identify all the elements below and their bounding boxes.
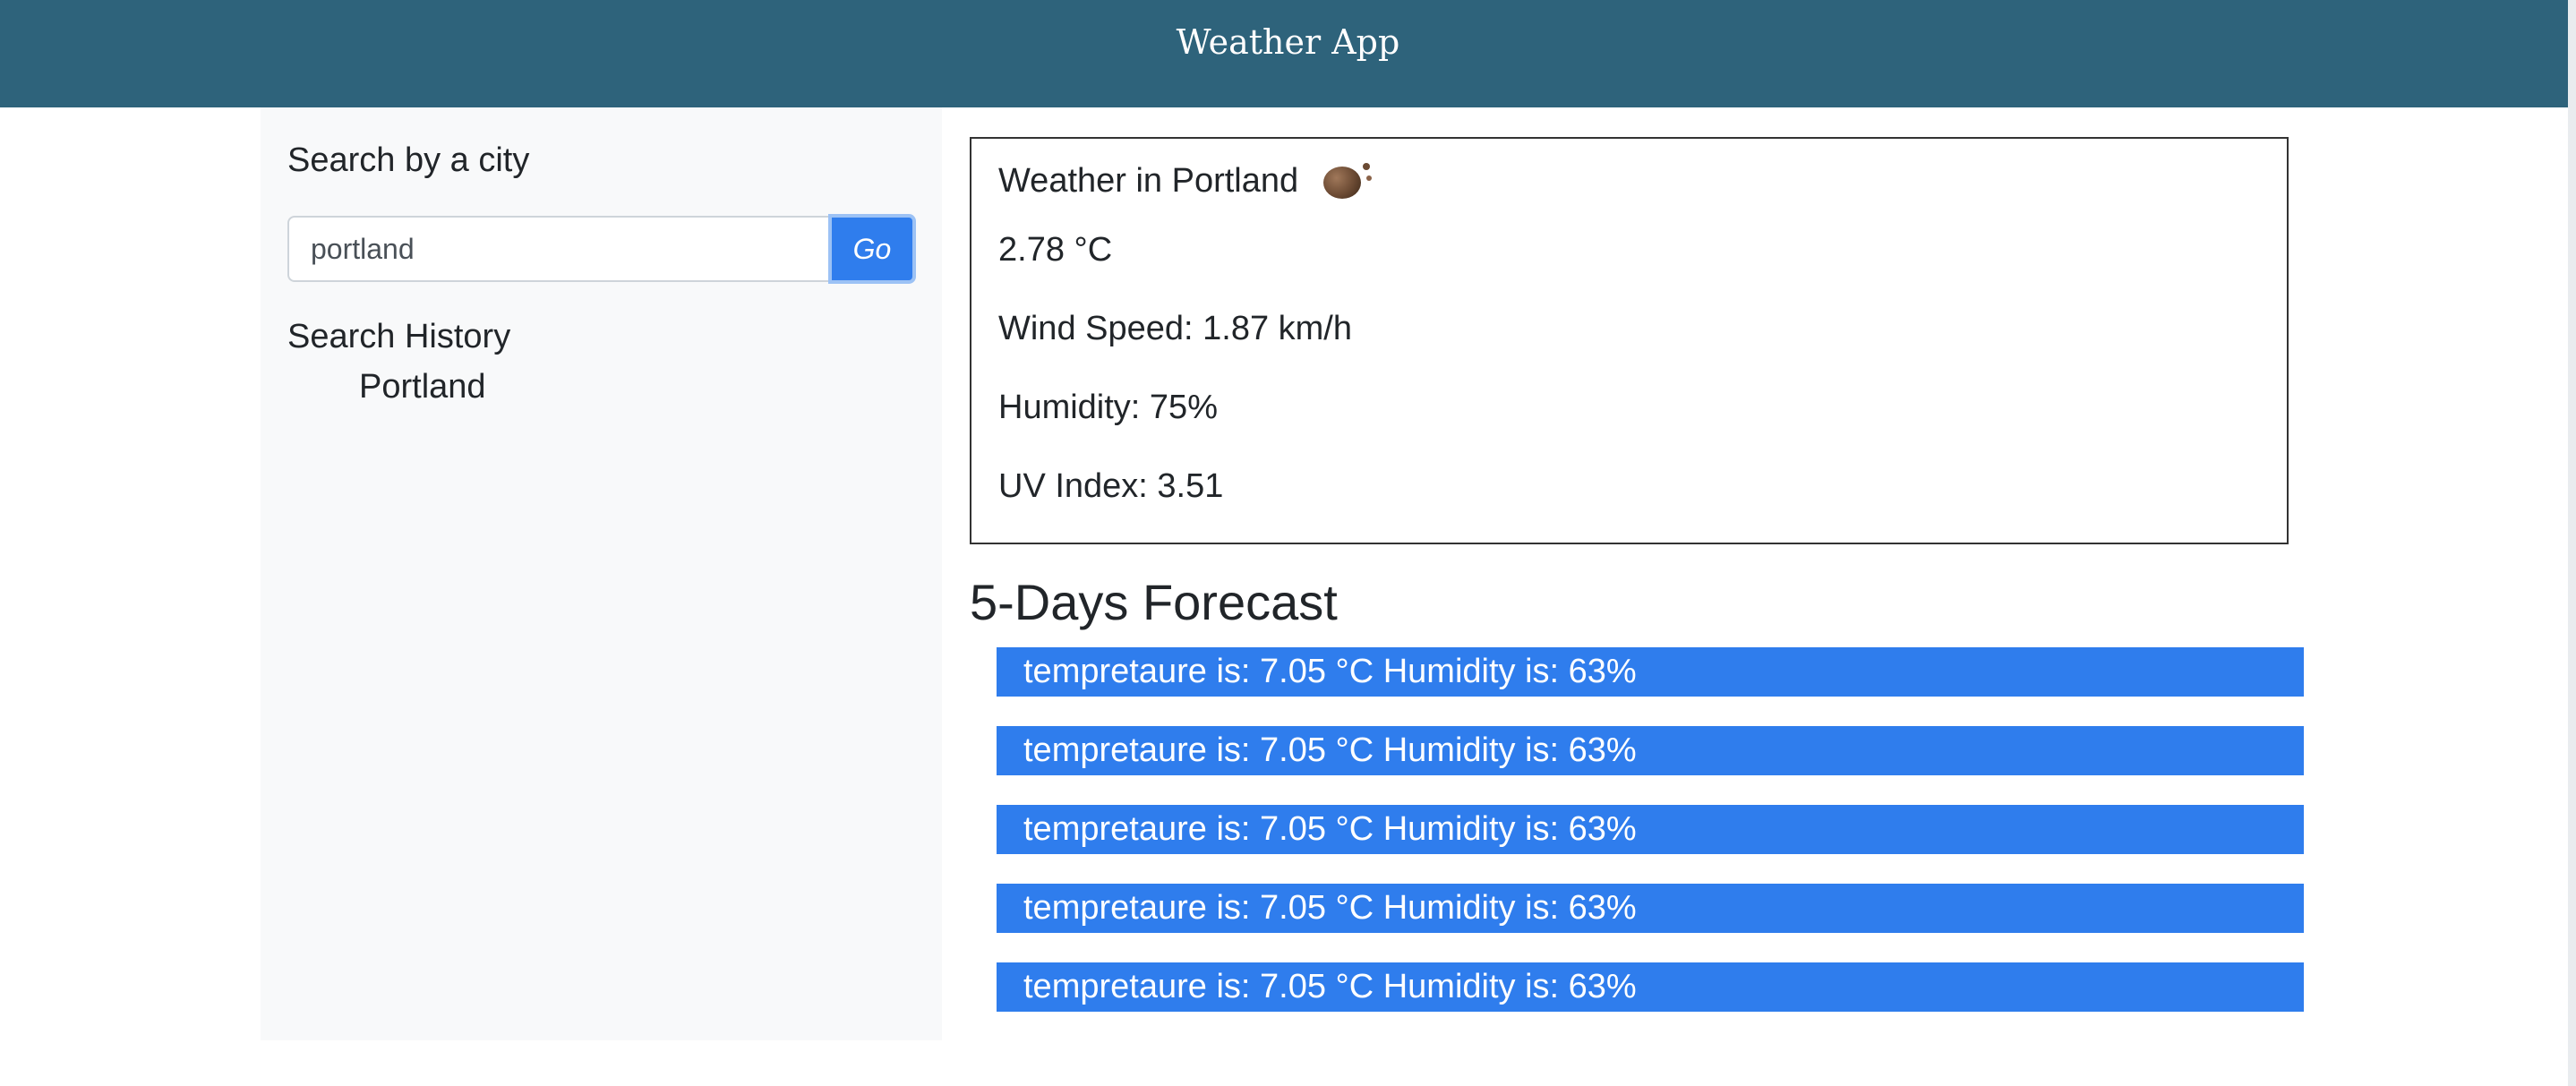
page: Weather App Search by a city Go Search H… (0, 0, 2576, 1086)
temperature-text: 2.78 °C (998, 231, 1113, 269)
search-history-heading: Search History (287, 318, 511, 355)
app-title: Weather App (1176, 22, 1400, 62)
humidity-text: Humidity: 75% (998, 389, 1218, 426)
uv-index-text: UV Index: 3.51 (998, 467, 1224, 505)
forecast-list: tempretaure is: 7.05 °C Humidity is: 63%… (997, 647, 2304, 1041)
app-header: Weather App (0, 0, 2576, 107)
search-sidebar: Search by a city Go Search History Portl… (261, 107, 942, 1040)
search-history-list: Portland (359, 368, 486, 406)
go-button[interactable]: Go (828, 214, 916, 284)
forecast-item: tempretaure is: 7.05 °C Humidity is: 63% (997, 647, 2304, 697)
history-item-portland[interactable]: Portland (359, 368, 486, 406)
forecast-item: tempretaure is: 7.05 °C Humidity is: 63% (997, 884, 2304, 933)
forecast-heading: 5-Days Forecast (970, 574, 1338, 630)
forecast-item: tempretaure is: 7.05 °C Humidity is: 63% (997, 962, 2304, 1012)
current-weather-title: Weather in Portland (998, 161, 1299, 200)
scrollbar-track[interactable] (2568, 0, 2576, 1086)
current-weather-title-row: Weather in Portland (998, 161, 1375, 201)
search-heading: Search by a city (287, 141, 530, 179)
city-search-input[interactable] (287, 216, 828, 282)
wind-speed-text: Wind Speed: 1.87 km/h (998, 310, 1352, 347)
weather-condition-icon (1322, 161, 1375, 201)
forecast-item: tempretaure is: 7.05 °C Humidity is: 63% (997, 726, 2304, 775)
forecast-item: tempretaure is: 7.05 °C Humidity is: 63% (997, 805, 2304, 854)
current-weather-card: Weather in Portland 2.78 °C Wind Speed: … (970, 137, 2289, 544)
